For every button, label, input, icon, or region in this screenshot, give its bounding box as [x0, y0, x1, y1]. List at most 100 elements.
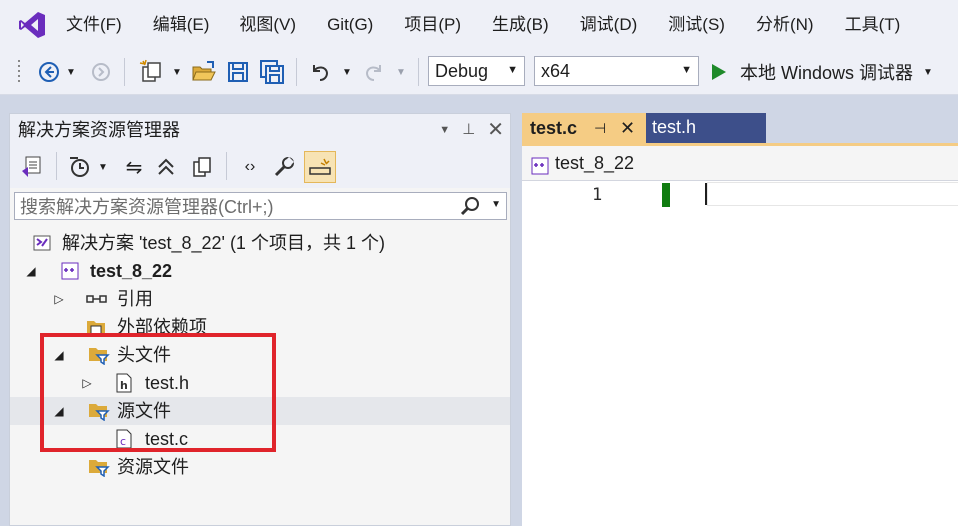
close-tab-icon[interactable]: ✕	[620, 113, 635, 143]
nav-project-label: test_8_22	[555, 153, 635, 173]
undo-icon[interactable]	[306, 57, 334, 87]
menu-build[interactable]: 生成(B)	[492, 0, 549, 50]
menu-test[interactable]: 测试(S)	[668, 0, 725, 50]
tab-label: test.h	[652, 117, 697, 137]
navigate-back-icon[interactable]	[36, 57, 62, 87]
navigate-forward-icon[interactable]	[88, 57, 114, 87]
tab-test-h[interactable]: test.h	[646, 113, 766, 143]
chevron-down-icon: ▼	[507, 64, 518, 76]
menu-file[interactable]: 文件(F)	[66, 0, 122, 50]
redo-icon[interactable]	[360, 57, 388, 87]
save-icon[interactable]	[224, 57, 252, 87]
toolbar-grip-icon[interactable]	[14, 57, 26, 87]
tree-item-label: 外部依赖项	[117, 317, 207, 333]
pending-changes-dropdown-icon[interactable]: ▼	[96, 152, 110, 182]
solution-explorer-panel: 解决方案资源管理器 ▼ ⊥ ✕ ▼ ⇋ ‹› 搜索解决方案资源管理器(Ctrl+…	[9, 113, 511, 526]
solution-configuration-dropdown[interactable]: Debug ▼	[428, 56, 525, 86]
tree-item-solution[interactable]: 解决方案 'test_8_22' (1 个项目，共 1 个)	[10, 229, 510, 257]
switch-views-icon[interactable]	[18, 152, 48, 182]
tree-item-project[interactable]: ◢ test_8_22	[10, 257, 510, 285]
new-item-dropdown-icon[interactable]: ▼	[170, 57, 184, 87]
solution-explorer-title: 解决方案资源管理器	[18, 120, 180, 140]
menu-git[interactable]: Git(G)	[327, 0, 373, 50]
solution-explorer-search-input[interactable]	[15, 193, 462, 221]
tree-item-references[interactable]: ▷ 引用	[10, 285, 510, 313]
toolbar-separator	[418, 58, 419, 86]
preview-selected-items-icon[interactable]	[304, 151, 336, 183]
svg-text:h: h	[120, 379, 128, 392]
menu-debug[interactable]: 调试(D)	[580, 0, 638, 50]
toolbar-separator	[226, 152, 227, 180]
close-icon[interactable]: ✕	[487, 114, 504, 146]
start-debugging-button[interactable]: 本地 Windows 调试器 ▼	[708, 57, 958, 87]
collapse-arrow-icon[interactable]: ◢	[52, 341, 66, 369]
tree-item-resource-files[interactable]: 资源文件	[10, 453, 510, 481]
chevron-down-icon[interactable]: ▼	[923, 67, 933, 78]
window-position-dropdown-icon[interactable]: ▼	[439, 114, 450, 146]
pin-tab-icon[interactable]: ⊣	[594, 113, 606, 143]
view-code-icon[interactable]: ‹›	[236, 152, 264, 182]
tree-item-label: test_8_22	[90, 261, 173, 281]
filter-folder-icon	[88, 401, 110, 422]
new-item-icon[interactable]	[138, 57, 166, 87]
navigate-back-dropdown-icon[interactable]: ▼	[64, 57, 78, 87]
menu-bar: 文件(F) 编辑(E) 视图(V) Git(G) 项目(P) 生成(B) 调试(…	[0, 0, 958, 50]
tree-item-test-h[interactable]: ▷ h test.h	[10, 369, 510, 397]
menu-edit[interactable]: 编辑(E)	[153, 0, 210, 50]
solution-explorer-title-bar: 解决方案资源管理器 ▼ ⊥ ✕	[10, 114, 510, 146]
collapse-all-icon[interactable]	[152, 152, 180, 182]
editor-navigation-bar[interactable]: test_8_22	[522, 146, 958, 181]
open-file-icon[interactable]	[190, 57, 218, 87]
menu-view[interactable]: 视图(V)	[239, 0, 296, 50]
collapse-arrow-icon[interactable]: ◢	[52, 397, 66, 425]
tree-item-header-files[interactable]: ◢ 头文件	[10, 341, 510, 369]
show-all-files-icon[interactable]	[188, 152, 216, 182]
references-icon	[86, 289, 107, 309]
solution-platform-dropdown[interactable]: x64 ▼	[534, 56, 699, 86]
chevron-down-icon: ▼	[681, 64, 692, 76]
collapse-arrow-icon[interactable]: ◢	[24, 257, 38, 285]
play-icon	[712, 64, 726, 80]
header-file-icon: h	[115, 373, 135, 393]
solution-icon	[32, 233, 52, 253]
start-debugging-label: 本地 Windows 调试器	[740, 63, 914, 83]
current-line-highlight	[707, 182, 958, 206]
properties-wrench-icon[interactable]	[270, 152, 298, 182]
tab-label: test.c	[530, 118, 578, 138]
search-icon[interactable]	[460, 196, 480, 221]
expand-arrow-icon[interactable]: ▷	[80, 369, 94, 397]
text-caret	[705, 183, 707, 205]
save-all-icon[interactable]	[258, 57, 286, 87]
tree-item-source-files[interactable]: ◢ 源文件	[10, 397, 510, 425]
toolbar-separator	[56, 152, 57, 180]
tree-item-external-dependencies[interactable]: 外部依赖项	[10, 313, 510, 333]
tree-item-label: 资源文件	[117, 457, 189, 477]
sync-active-document-icon[interactable]: ⇋	[120, 152, 148, 182]
tree-item-label: 引用	[117, 289, 153, 309]
tree-item-test-c[interactable]: c test.c	[10, 425, 510, 453]
expand-arrow-icon[interactable]: ▷	[52, 285, 66, 313]
solution-explorer-search-box[interactable]: ▼	[14, 192, 507, 221]
redo-dropdown-icon[interactable]: ▼	[394, 57, 408, 87]
code-editor[interactable]: 1	[522, 181, 958, 526]
undo-dropdown-icon[interactable]: ▼	[340, 57, 354, 87]
menu-tools[interactable]: 工具(T)	[845, 0, 901, 50]
tree-item-label: 头文件	[117, 345, 171, 365]
pin-icon[interactable]: ⊥	[462, 114, 475, 146]
filter-folder-icon	[88, 457, 110, 478]
tree-item-label: test.h	[145, 373, 190, 393]
menu-project[interactable]: 项目(P)	[404, 0, 461, 50]
solution-explorer-toolbar: ▼ ⇋ ‹›	[10, 146, 510, 188]
main-toolbar: ▼ ▼ ▼ ▼ Debug ▼ x64 ▼ 本地 Windows 调试器 ▼	[0, 50, 958, 95]
search-options-dropdown-icon[interactable]: ▼	[491, 199, 501, 210]
tree-item-label: test.c	[145, 429, 189, 449]
tree-item-label: 解决方案 'test_8_22' (1 个项目，共 1 个)	[62, 233, 385, 253]
svg-text:c: c	[120, 435, 126, 448]
pending-changes-filter-icon[interactable]	[66, 152, 94, 182]
external-dependencies-icon	[86, 317, 106, 333]
tab-test-c[interactable]: test.c ⊣ ✕	[522, 113, 646, 143]
solution-platform-value: x64	[541, 60, 571, 81]
editor-tab-strip: test.c ⊣ ✕ test.h	[522, 113, 958, 143]
visual-studio-logo-icon[interactable]	[0, 0, 64, 50]
menu-analyze[interactable]: 分析(N)	[756, 0, 814, 50]
